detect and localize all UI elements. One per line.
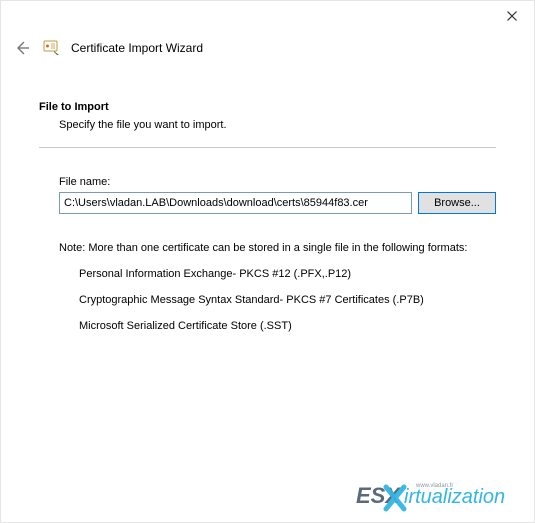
note-format-p7b: Cryptographic Message Syntax Standard- P…: [79, 294, 496, 306]
section-heading: File to Import: [39, 101, 496, 113]
close-icon: [507, 11, 517, 21]
file-name-label: File name:: [59, 176, 496, 188]
file-name-field: File name: Browse...: [59, 176, 496, 214]
back-arrow-icon: [14, 40, 30, 56]
x-icon: [386, 487, 404, 509]
back-button[interactable]: [11, 37, 33, 59]
note-format-pfx: Personal Information Exchange- PKCS #12 …: [79, 268, 496, 280]
certificate-wizard-icon: [43, 39, 61, 57]
wizard-content: File to Import Specify the file you want…: [1, 65, 534, 332]
section-subheading: Specify the file you want to import.: [59, 119, 496, 131]
certificate-import-wizard-dialog: Certificate Import Wizard File to Import…: [1, 1, 534, 522]
file-name-input[interactable]: [59, 192, 412, 214]
note-block: Note: More than one certificate can be s…: [59, 242, 496, 332]
note-format-sst: Microsoft Serialized Certificate Store (…: [79, 320, 496, 332]
note-text: Note: More than one certificate can be s…: [59, 242, 496, 254]
wizard-title: Certificate Import Wizard: [71, 41, 203, 55]
titlebar: [1, 1, 534, 31]
watermark-virt: irtualization: [404, 486, 505, 508]
browse-button[interactable]: Browse...: [418, 192, 496, 214]
watermark-logo: ESX irtualization www.vladan.fr: [356, 479, 526, 516]
watermark-esx: ESX: [356, 483, 401, 508]
close-button[interactable]: [490, 1, 534, 31]
divider: [39, 147, 496, 148]
wizard-header: Certificate Import Wizard: [1, 31, 534, 65]
watermark-url: www.vladan.fr: [415, 483, 453, 489]
